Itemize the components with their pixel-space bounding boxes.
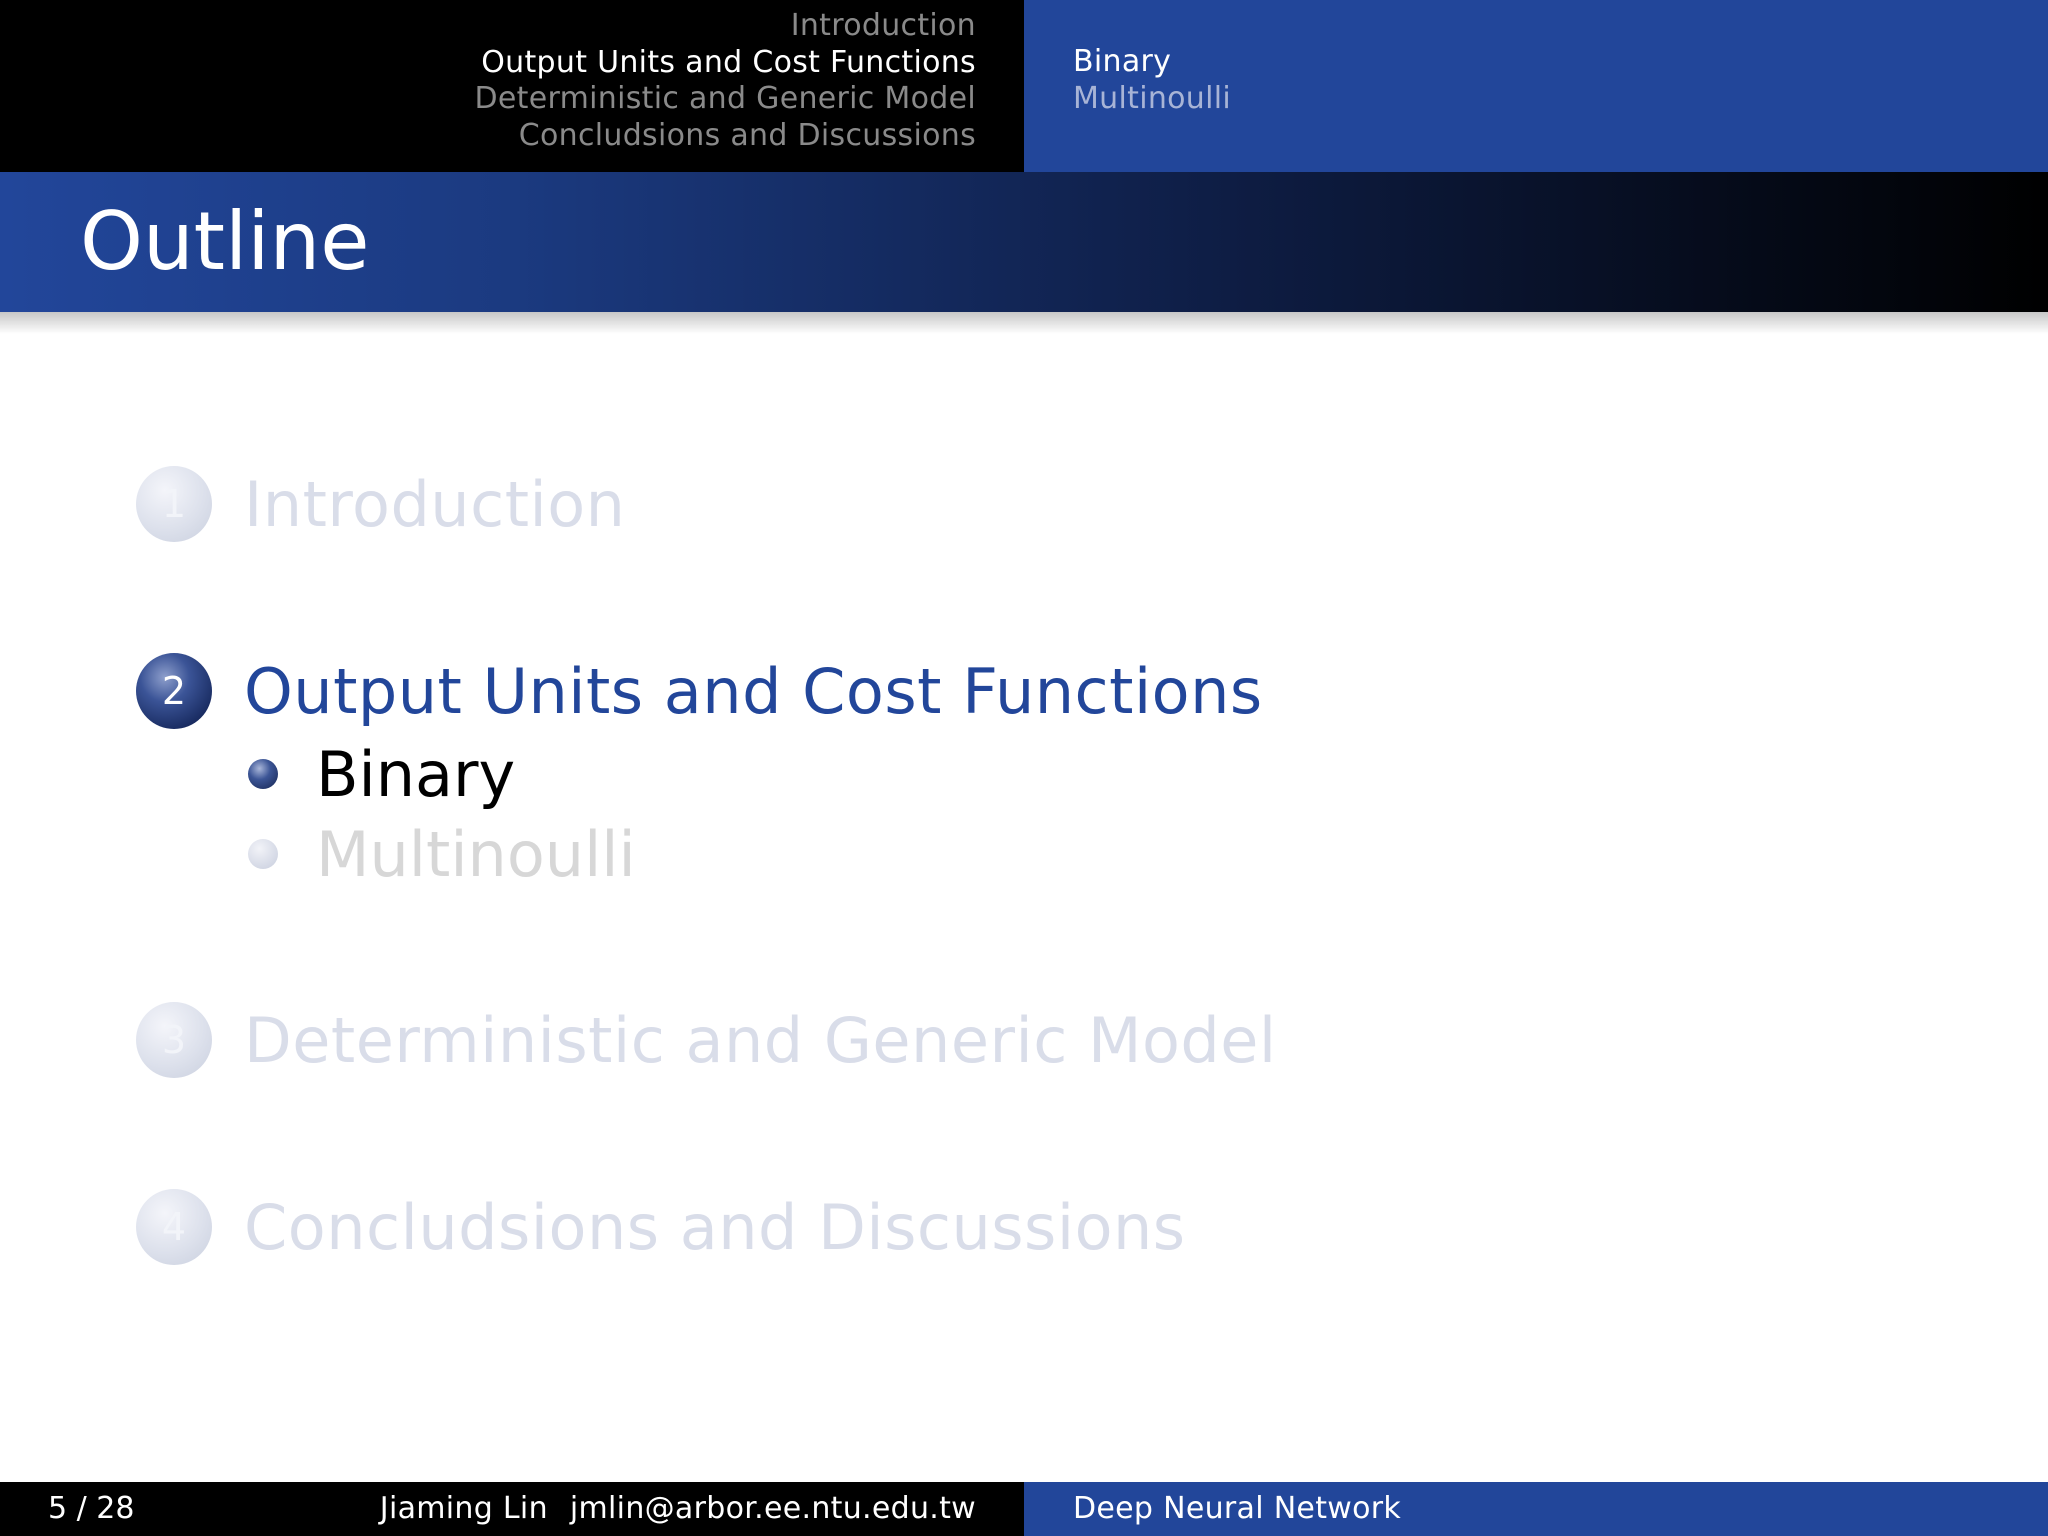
header-navigation: Introduction Output Units and Cost Funct… xyxy=(0,0,2048,172)
toc-item-introduction[interactable]: 1 Introduction xyxy=(136,464,625,544)
toc-subitem-multinoulli[interactable]: Multinoulli xyxy=(248,817,636,891)
footer-left: 5 / 28 Jiaming Lin jmlin@arbor.ee.ntu.edu… xyxy=(0,1482,1024,1536)
section-number-ball: 4 xyxy=(136,1189,212,1265)
nav-subsection-binary[interactable]: Binary xyxy=(1073,44,1231,81)
nav-section-output-units[interactable]: Output Units and Cost Functions xyxy=(475,45,976,82)
toc-subitem-binary[interactable]: Binary xyxy=(248,737,516,811)
toc-label: Concludsions and Discussions xyxy=(244,1190,1186,1264)
footer: 5 / 28 Jiaming Lin jmlin@arbor.ee.ntu.edu… xyxy=(0,1482,2048,1536)
toc-label: Output Units and Cost Functions xyxy=(244,654,1263,728)
section-number-ball: 2 xyxy=(136,653,212,729)
toc-item-conclusions[interactable]: 4 Concludsions and Discussions xyxy=(136,1187,1186,1267)
frame-title: Outline xyxy=(80,195,370,288)
subsection-list: Binary Multinoulli xyxy=(1073,44,1231,117)
toc-item-output-units[interactable]: 2 Output Units and Cost Functions xyxy=(136,651,1263,731)
nav-section-deterministic-model[interactable]: Deterministic and Generic Model xyxy=(475,81,976,118)
page-number: 5 / 28 xyxy=(48,1491,135,1526)
author-name: Jiaming Lin xyxy=(379,1491,548,1526)
author-email: jmlin@arbor.ee.ntu.edu.tw xyxy=(569,1491,976,1526)
section-number-ball: 1 xyxy=(136,466,212,542)
slide: Introduction Output Units and Cost Funct… xyxy=(0,0,2048,1536)
title-bar-shadow xyxy=(0,312,2048,334)
section-list: Introduction Output Units and Cost Funct… xyxy=(475,8,976,154)
toc-label: Introduction xyxy=(244,467,626,541)
bullet-ball-icon xyxy=(248,839,278,869)
section-navigation: Introduction Output Units and Cost Funct… xyxy=(0,0,1024,172)
toc-label: Deterministic and Generic Model xyxy=(244,1003,1277,1077)
subsection-navigation: Binary Multinoulli xyxy=(1024,0,2048,172)
nav-section-conclusions[interactable]: Concludsions and Discussions xyxy=(475,118,976,155)
presentation-title: Deep Neural Network xyxy=(1073,1491,1402,1526)
footer-right: Deep Neural Network xyxy=(1024,1482,2048,1536)
toc-sublabel: Binary xyxy=(316,737,516,811)
nav-section-introduction[interactable]: Introduction xyxy=(475,8,976,45)
section-number-ball: 3 xyxy=(136,1002,212,1078)
author-info: Jiaming Lin jmlin@arbor.ee.ntu.edu.tw xyxy=(380,1482,976,1536)
nav-subsection-multinoulli[interactable]: Multinoulli xyxy=(1073,81,1231,118)
toc-sublabel: Multinoulli xyxy=(316,817,636,891)
bullet-ball-icon xyxy=(248,759,278,789)
toc-item-deterministic-model[interactable]: 3 Deterministic and Generic Model xyxy=(136,1000,1277,1080)
